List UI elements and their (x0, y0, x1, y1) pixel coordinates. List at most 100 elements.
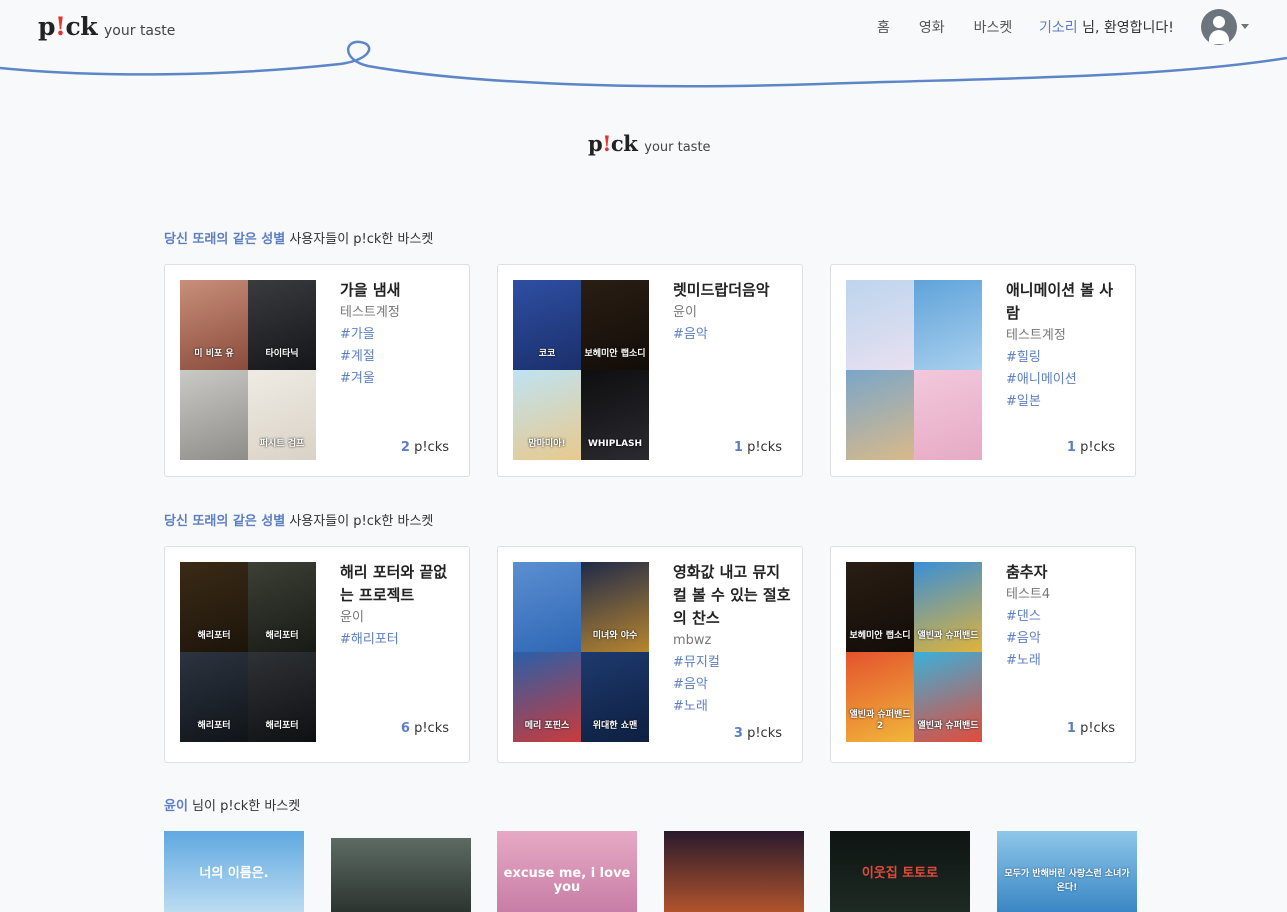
tag-list: #가을 #계절 #겨울 (340, 324, 460, 390)
hashtag[interactable]: #노래 (673, 696, 793, 718)
poster-thumbnail (914, 370, 982, 460)
card-info: 애니메이션 볼 사람 테스트계정 #힐링 #애니메이션 #일본 (1006, 279, 1126, 413)
section-title-peer-baskets-2: 당신 또래의 같은 성별 사용자들이 p!ck한 바스켓 (164, 514, 434, 529)
basket-title: 렛미드랍더음악 (673, 281, 770, 299)
poster-caption: 맘마미아! (528, 439, 566, 449)
poster-caption: 해리포터 (197, 721, 231, 731)
poster-collage: 미녀와 야수 메리 포핀스 위대한 쇼맨 (513, 562, 649, 742)
welcome-username[interactable]: 기소리 (1039, 20, 1078, 36)
hashtag[interactable]: #계절 (340, 346, 460, 368)
poster-thumbnail (846, 370, 914, 460)
nav-movies[interactable]: 영화 (919, 17, 945, 37)
pick-count: 2 p!cks (400, 440, 449, 455)
basket-card[interactable]: 코코 보헤미안 랩소디 맘마미아! WHIPLASH 렛미드랍더음악 윤이 #음악 1 p!c… (497, 264, 803, 477)
pick-count: 3 p!cks (733, 726, 782, 741)
card-info: 춤추자테스트4 #댄스 #음악 #노래 (1006, 561, 1126, 672)
poster-caption: 퍼시트 검프 (259, 439, 305, 449)
basket-title: 영화값 내고 뮤지컬 볼 수 있는 절호의 찬스 (673, 563, 791, 627)
nav-logo[interactable]: p!ck your taste (38, 12, 175, 41)
poster-thumbnail: 미 비포 유 (180, 280, 248, 370)
poster-thumbnail: 앨빈과 슈퍼밴드 2 (846, 652, 914, 742)
poster-caption: 미녀와 야수 (592, 631, 638, 641)
basket-title: 해리 포터와 끝없는 프로젝트 (340, 563, 448, 604)
hashtag[interactable]: #뮤지컬 (673, 652, 793, 674)
pick-count: 1 p!cks (1066, 440, 1115, 455)
chevron-down-icon[interactable] (1241, 24, 1249, 29)
basket-author: mbwz (673, 633, 712, 648)
poster-caption: 앨빈과 슈퍼밴드 2 (849, 710, 911, 731)
poster-thumbnail (914, 280, 982, 370)
hashtag[interactable]: #가을 (340, 324, 460, 346)
poster-thumbnail: 앨빈과 슈퍼밴드 (914, 562, 982, 652)
hashtag[interactable]: #애니메이션 (1006, 369, 1126, 391)
logo-tagline: your taste (104, 23, 176, 39)
poster-collage: 미 비포 유 타이타닉퍼시트 검프 (180, 280, 316, 460)
basket-poster[interactable] (664, 831, 804, 912)
basket-poster[interactable]: excuse me, i love you (497, 831, 637, 912)
poster-thumbnail: WHIPLASH (581, 370, 649, 460)
basket-card[interactable]: 애니메이션 볼 사람 테스트계정 #힐링 #애니메이션 #일본 1 p!cks (830, 264, 1136, 477)
hashtag[interactable]: #겨울 (340, 368, 460, 390)
poster-collage: 해리포터 해리포터 해리포터 해리포터 (180, 562, 316, 742)
hashtag[interactable]: #음악 (673, 674, 793, 696)
poster-collage: 보헤미안 랩소디 앨빈과 슈퍼밴드 앨빈과 슈퍼밴드 2 앨빈과 슈퍼밴드 (846, 562, 982, 742)
poster-caption: 너의 이름은. (199, 866, 269, 881)
poster-thumbnail: 미녀와 야수 (581, 562, 649, 652)
basket-card[interactable]: 미 비포 유 타이타닉 퍼시트 검프 가을 냄새 테스트계정 #가을 #계절 #겨울 2 p!c… (164, 264, 470, 477)
basket-author: 테스트4 (1006, 587, 1051, 602)
hashtag[interactable]: #음악 (1006, 628, 1126, 650)
poster-thumbnail (180, 370, 248, 460)
nav-home[interactable]: 홈 (877, 17, 890, 37)
poster-thumbnail: 보헤미안 랩소디 (846, 562, 914, 652)
poster-collage (846, 280, 982, 460)
poster-thumbnail: 타이타닉 (248, 280, 316, 370)
hashtag[interactable]: #노래 (1006, 650, 1126, 672)
pick-count: 6 p!cks (400, 721, 449, 736)
basket-card[interactable]: 보헤미안 랩소디 앨빈과 슈퍼밴드 앨빈과 슈퍼밴드 2 앨빈과 슈퍼밴드 춤추자 테스트… (830, 546, 1136, 763)
basket-title: 애니메이션 볼 사람 (1006, 281, 1114, 322)
basket-poster[interactable]: 너의 이름은. (164, 831, 304, 912)
poster-caption: 미 비포 유 (194, 349, 234, 359)
logo-mark: p!ck (38, 12, 98, 41)
basket-poster[interactable] (331, 838, 471, 912)
hashtag[interactable]: #음악 (673, 324, 793, 346)
basket-author: 테스트계정 (340, 305, 400, 320)
poster-caption: 앨빈과 슈퍼밴드 (917, 631, 979, 641)
poster-caption: 모두가 반해버린 사랑스런 소녀가 온다! (1004, 869, 1130, 893)
tag-list: #음악 (673, 324, 793, 346)
welcome-suffix: 님, 환영합니다! (1077, 20, 1174, 36)
welcome-text: 기소리 님, 환영합니다! (1039, 17, 1174, 37)
basket-poster[interactable]: 이웃집 토토로 (830, 831, 970, 912)
poster-thumbnail: 앨빈과 슈퍼밴드 (914, 652, 982, 742)
basket-author: 윤이 (673, 305, 697, 320)
poster-thumbnail: 맘마미아! (513, 370, 581, 460)
poster-thumbnail: 해리포터 (248, 562, 316, 652)
tag-list: #해리포터 (340, 629, 460, 651)
basket-card[interactable]: 미녀와 야수 메리 포핀스 위대한 쇼맨 영화값 내고 뮤지컬 볼 수 있는 절호의 … (497, 546, 803, 763)
poster-collage: 코코 보헤미안 랩소디 맘마미아! WHIPLASH (513, 280, 649, 460)
poster-thumbnail: 해리포터 (180, 652, 248, 742)
tag-list: #뮤지컬 #음악 #노래 (673, 652, 793, 718)
pick-count: 1 p!cks (733, 440, 782, 455)
hashtag[interactable]: #해리포터 (340, 629, 460, 651)
hero-logo: p!ck your taste (588, 131, 711, 156)
header-wave (0, 40, 1287, 88)
poster-caption: 보헤미안 랩소디 (584, 349, 646, 359)
poster-thumbnail: 보헤미안 랩소디 (581, 280, 649, 370)
hashtag[interactable]: #힐링 (1006, 347, 1126, 369)
hashtag[interactable]: #댄스 (1006, 606, 1126, 628)
basket-poster[interactable]: 모두가 반해버린 사랑스런 소녀가 온다! (997, 831, 1137, 912)
hashtag[interactable]: #일본 (1006, 391, 1126, 413)
user-avatar-icon[interactable] (1201, 9, 1237, 45)
nav-basket[interactable]: 바스켓 (974, 17, 1013, 37)
basket-card[interactable]: 해리포터 해리포터 해리포터 해리포터 해리 포터와 끝없는 프로젝트 윤이 #해리포터 6 … (164, 546, 470, 763)
poster-caption: excuse me, i love you (503, 866, 631, 895)
tag-list: #힐링 #애니메이션 #일본 (1006, 347, 1126, 413)
basket-title: 춤추자 (1006, 563, 1048, 581)
poster-thumbnail: 해리포터 (248, 652, 316, 742)
poster-thumbnail (513, 562, 581, 652)
hero-logo-mark: p!ck (588, 131, 638, 156)
poster-caption: 이웃집 토토로 (861, 866, 939, 881)
card-info: 해리 포터와 끝없는 프로젝트 윤이 #해리포터 (340, 561, 460, 651)
poster-thumbnail: 퍼시트 검프 (248, 370, 316, 460)
